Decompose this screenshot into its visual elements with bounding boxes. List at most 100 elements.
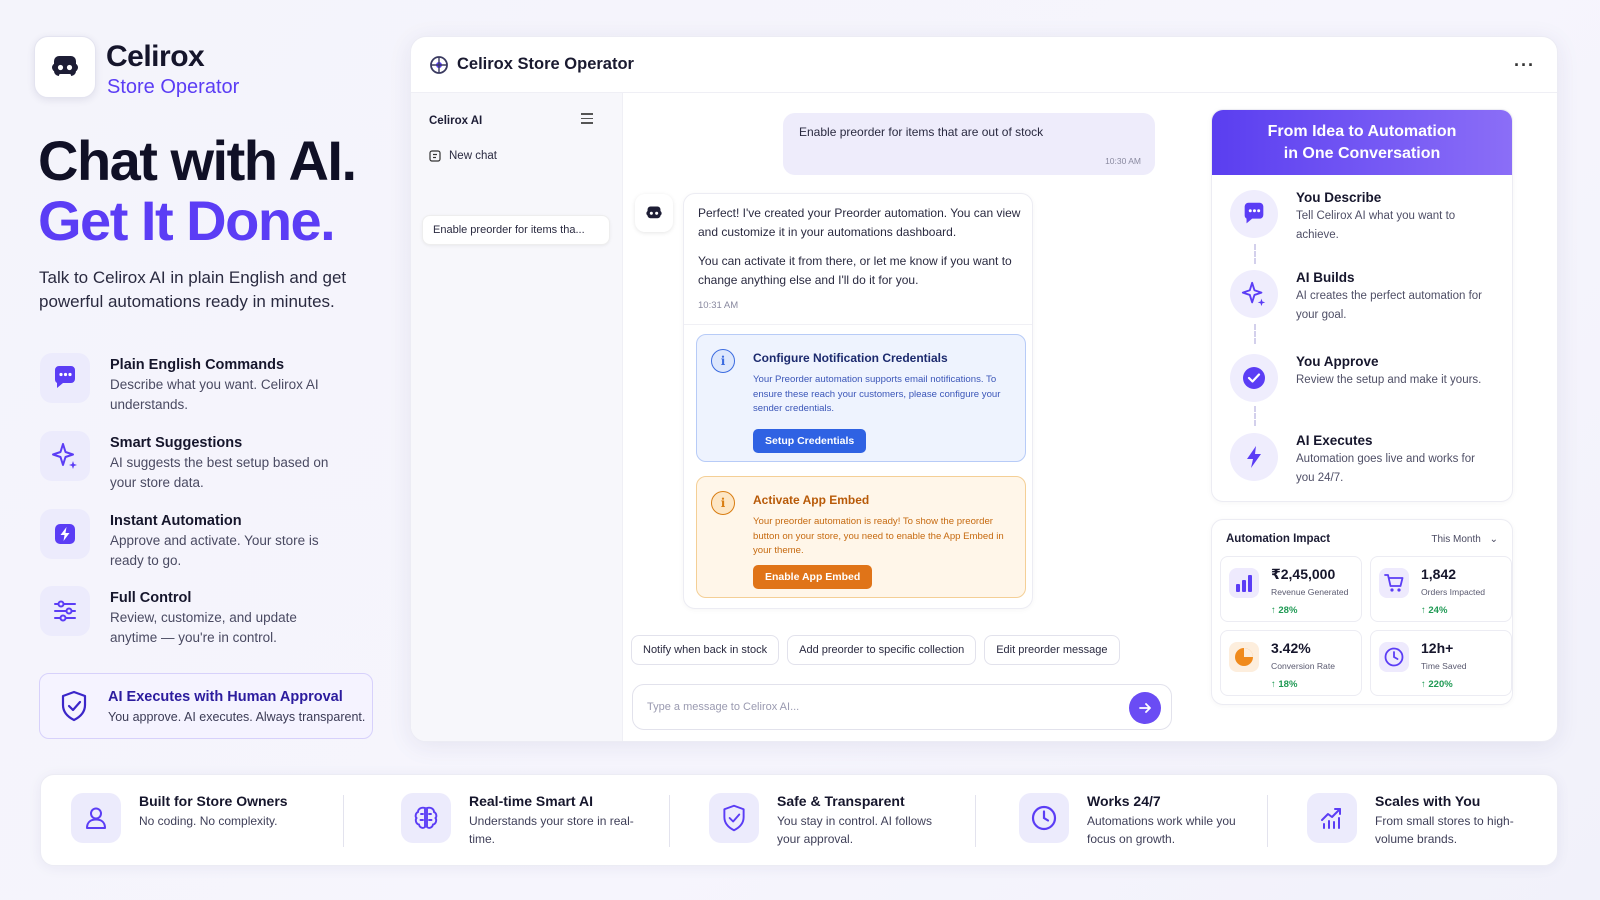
info-icon: i [711,349,735,373]
bot-avatar [635,194,673,232]
divider [1267,795,1268,847]
card-title: Configure Notification Credentials [753,351,948,365]
feature-full-control: Full Control Review, customize, and upda… [40,586,370,648]
chat-bubble-icon [1230,190,1278,238]
feature-title: Instant Automation [110,513,242,529]
enable-app-embed-button[interactable]: Enable App Embed [753,565,873,589]
chat-input-bar [632,684,1172,730]
steps-heading-line: From Idea to Automation [1267,123,1457,140]
user-message-time: 10:30 AM [1105,156,1141,166]
approval-title: AI Executes with Human Approval [108,688,343,705]
setup-credentials-button[interactable]: Setup Credentials [753,429,867,453]
feature-title: Smart Suggestions [110,435,243,451]
shield-check-icon [61,690,87,722]
more-options-button[interactable]: ··· [1514,55,1535,76]
sidebar-chat-item[interactable]: Enable preorder for items tha... [422,215,610,245]
pie-chart-icon [1229,642,1259,672]
card-description: Your preorder automation is ready! To sh… [753,516,1004,556]
benefit-description: Understands your store in real-time. [469,814,634,846]
brain-icon [401,793,451,843]
benefit-title: Scales with You [1375,793,1481,809]
hamburger-menu-icon[interactable] [581,113,593,127]
divider [669,795,670,847]
sparkle-icon [1230,270,1278,318]
metric-label: Revenue Generated [1271,587,1349,597]
feature-plain-english: Plain English Commands Describe what you… [40,353,370,415]
app-logo-icon [430,55,448,74]
send-button[interactable] [1129,692,1161,724]
robot-icon [52,56,78,77]
chat-sidebar: Celirox AI New chat Enable preorder for … [411,93,623,741]
metric-value: 12h+ [1421,640,1454,656]
divider [684,324,1032,325]
metric-value: ₹2,45,000 [1271,566,1336,582]
benefit-description: From small stores to high-volume brands. [1375,814,1514,846]
metric-revenue: ₹2,45,000 Revenue Generated ↑ 28% [1220,556,1362,622]
step-ai-builds: AI Builds AI creates the perfect automat… [1230,270,1500,325]
benefit-smart-ai: Real-time Smart AI Understands your stor… [401,793,639,848]
benefit-scales: Scales with You From small stores to hig… [1307,793,1545,848]
metric-orders: 1,842 Orders Impacted ↑ 24% [1370,556,1512,622]
metric-label: Time Saved [1421,661,1467,671]
suggestion-chip[interactable]: Notify when back in stock [631,635,780,665]
metric-conversion: 3.42% Conversion Rate ↑ 18% [1220,630,1362,696]
user-message: Enable preorder for items that are out o… [783,113,1155,175]
feature-smart-suggestions: Smart Suggestions AI suggests the best s… [40,431,370,493]
period-dropdown[interactable]: This Month ⌄ [1431,534,1498,545]
new-chat-button[interactable]: New chat [429,150,497,162]
suggestion-chip[interactable]: Edit preorder message [984,635,1120,665]
step-you-describe: You Describe Tell Celirox AI what you wa… [1230,190,1500,245]
clock-icon [1019,793,1069,843]
app-title: Celirox Store Operator [457,55,634,73]
step-connector [1254,244,1256,264]
steps-heading: From Idea to Automation in One Conversat… [1212,110,1512,175]
step-ai-executes: AI Executes Automation goes live and wor… [1230,433,1500,488]
divider [975,795,976,847]
step-description: AI creates the perfect automation for yo… [1296,290,1483,321]
benefit-title: Safe & Transparent [777,793,905,809]
sliders-icon [40,586,90,636]
divider [343,795,344,847]
feature-instant-automation: Instant Automation Approve and activate.… [40,509,370,571]
brand-subtitle: Store Operator [107,76,240,98]
bot-message-time: 10:31 AM [698,300,739,311]
suggestion-chip[interactable]: Add preorder to specific collection [787,635,977,665]
benefit-store-owners: Built for Store Owners No coding. No com… [71,793,309,843]
metric-delta: ↑ 220% [1421,679,1453,690]
sidebar-heading: Celirox AI [429,115,483,127]
hero-headline-2: Get It Done. [38,189,336,252]
bot-message-paragraph: You can activate it from there, or let m… [698,254,1012,287]
benefit-works-24-7: Works 24/7 Automations work while you fo… [1019,793,1257,848]
message-input[interactable] [647,701,1117,713]
impact-title: Automation Impact [1226,533,1331,545]
step-description: Review the setup and make it yours. [1296,374,1482,386]
sparkle-icon [40,431,90,481]
feature-description: Review, customize, and update anytime — … [110,610,297,645]
human-approval-banner: AI Executes with Human Approval You appr… [39,673,373,739]
bot-message-paragraph: Perfect! I've created your Preorder auto… [698,206,1021,239]
idea-to-automation-panel: From Idea to Automation in One Conversat… [1211,109,1513,502]
suggestion-chips: Notify when back in stock Add preorder t… [631,635,1120,665]
benefit-safe-transparent: Safe & Transparent You stay in control. … [709,793,947,848]
benefit-title: Real-time Smart AI [469,793,593,809]
cart-icon [1379,568,1409,598]
shield-check-icon [709,793,759,843]
brand-name: Celirox [106,40,205,73]
hero-headline-1: Chat with AI. [38,129,357,192]
robot-icon [646,206,662,219]
step-connector [1254,406,1256,426]
metric-delta: ↑ 28% [1271,605,1298,616]
card-title: Activate App Embed [753,493,870,507]
metric-delta: ↑ 24% [1421,605,1448,616]
lightning-icon [1230,433,1278,481]
activate-app-embed-card: i Activate App Embed Your preorder autom… [696,476,1026,598]
benefit-title: Works 24/7 [1087,793,1161,809]
metric-time-saved: 12h+ Time Saved ↑ 220% [1370,630,1512,696]
chat-bubble-icon [40,353,90,403]
user-message-text: Enable preorder for items that are out o… [799,125,1044,139]
step-title: AI Builds [1296,270,1355,285]
app-window: Celirox Store Operator ··· Celirox AI Ne… [410,36,1558,742]
hero-description: Talk to Celirox AI in plain English and … [39,268,347,311]
user-icon [71,793,121,843]
new-chat-icon [429,150,441,162]
